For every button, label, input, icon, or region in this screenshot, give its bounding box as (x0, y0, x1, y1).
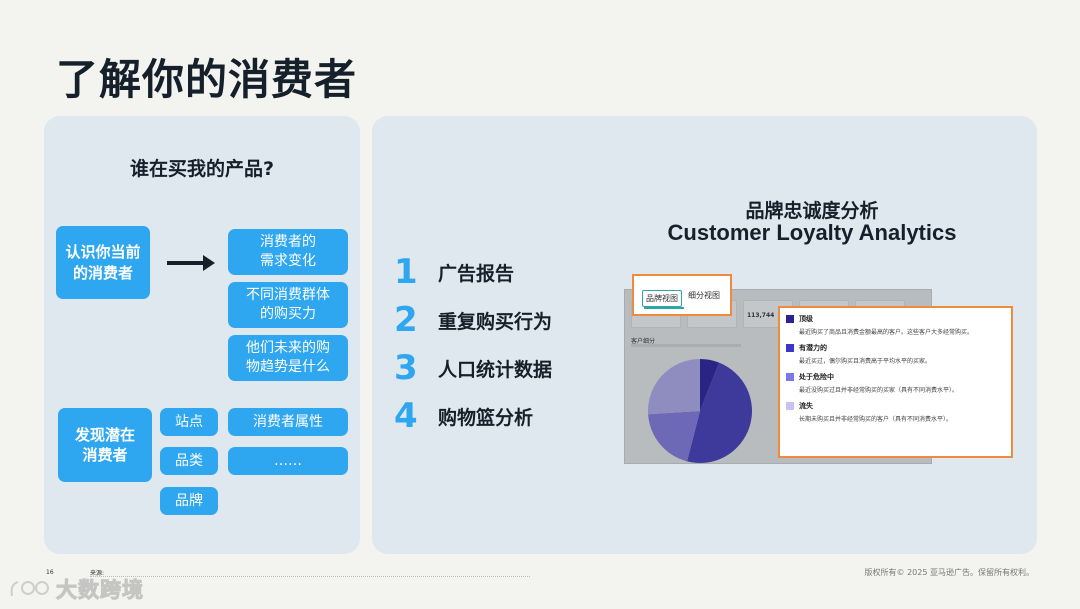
list-item: 4 购物篮分析 (394, 392, 552, 440)
pie-slice (648, 359, 700, 415)
tab-brand-view[interactable]: 品牌视图 (642, 290, 682, 307)
current-consumers-box: 认识你当前 的消费者 (56, 226, 150, 299)
purchasing-power-box: 不同消费群体 的购买力 (228, 282, 348, 328)
legend-swatch (786, 402, 794, 410)
legend-description: 最近购买了商品且消费金额最高的客户。这些客户大多经常购买。 (799, 329, 974, 336)
analytics-title-cn: 品牌忠诚度分析 (745, 200, 879, 222)
list-item: 2 重复购买行为 (394, 296, 552, 344)
more-box: …… (228, 447, 348, 475)
legend-item: 有潜力的 最近买过，偶尔购买且消费高于平均水平的买家。 (786, 343, 1005, 365)
list-number: 4 (394, 396, 418, 436)
report-list: 1 广告报告 2 重复购买行为 3 人口统计数据 4 购物篮分析 (394, 248, 552, 440)
right-arrow-icon (167, 255, 217, 271)
list-item: 1 广告报告 (394, 248, 552, 296)
legend-label: 处于危险中 (799, 373, 834, 381)
view-tabs: 品牌视图 细分视图 (632, 274, 732, 316)
list-number: 1 (394, 252, 418, 292)
segment-subtitle-bar (631, 344, 741, 347)
segment-legend: 顶级 最近购买了商品且消费金额最高的客户。这些客户大多经常购买。 有潜力的 最近… (778, 306, 1013, 458)
tab-segment-view[interactable]: 细分视图 (688, 290, 720, 301)
legend-label: 有潜力的 (799, 344, 827, 352)
consumer-attribute-box: 消费者属性 (228, 408, 348, 436)
legend-swatch (786, 315, 794, 323)
brand-box: 品牌 (160, 487, 218, 515)
page-title: 了解你的消费者 (56, 55, 358, 104)
legend-description: 最近买过，偶尔购买且消费高于平均水平的买家。 (799, 358, 932, 365)
list-item: 3 人口统计数据 (394, 344, 552, 392)
legend-label: 顶级 (799, 315, 813, 323)
list-number: 2 (394, 300, 418, 340)
watermark-logo-icon (10, 581, 49, 597)
legend-item: 处于危险中 最近没购买过且并非经常购买的买家（具有不同消费水平）。 (786, 372, 1005, 394)
legend-swatch (786, 344, 794, 352)
future-trend-box: 他们未来的购 物趋势是什么 (228, 335, 348, 381)
right-panel: 1 广告报告 2 重复购买行为 3 人口统计数据 4 购物篮分析 品牌忠诚度分析… (372, 116, 1037, 554)
legend-description: 最近没购买过且并非经常购买的买家（具有不同消费水平）。 (799, 387, 959, 394)
left-panel-heading: 谁在买我的产品? (129, 158, 275, 180)
list-text: 购物篮分析 (438, 406, 534, 429)
list-text: 重复购买行为 (438, 310, 553, 333)
watermark: 大数跨境 (8, 574, 144, 604)
legend-description: 长期未购买且并非经常购买的客户（具有不同消费水平）。 (799, 416, 953, 423)
list-text: 广告报告 (438, 262, 515, 285)
source-divider (90, 576, 530, 577)
analytics-title-en: Customer Loyalty Analytics (667, 220, 957, 245)
legend-item: 流失 长期未购买且并非经常购买的客户（具有不同消费水平）。 (786, 401, 1005, 423)
list-number: 3 (394, 348, 418, 388)
copyright-text: 版权所有© 2025 亚马逊广告。保留所有权利。 (864, 568, 1034, 577)
left-panel: 谁在买我的产品? 认识你当前 的消费者 消费者的 需求变化 不同消费群体 的购买… (44, 116, 360, 554)
legend-swatch (786, 373, 794, 381)
site-box: 站点 (160, 408, 218, 436)
metric-value: 113,744 (747, 312, 775, 319)
category-box: 品类 (160, 447, 218, 475)
legend-label: 流失 (799, 402, 813, 410)
discover-consumers-box: 发现潜在 消费者 (58, 408, 152, 482)
watermark-text: 大数跨境 (56, 578, 144, 603)
legend-item: 顶级 最近购买了商品且消费金额最高的客户。这些客户大多经常购买。 (786, 314, 1005, 336)
segment-pie-chart (648, 359, 753, 464)
active-tab-underline (644, 307, 684, 309)
need-change-box: 消费者的 需求变化 (228, 229, 348, 275)
list-text: 人口统计数据 (438, 358, 553, 381)
